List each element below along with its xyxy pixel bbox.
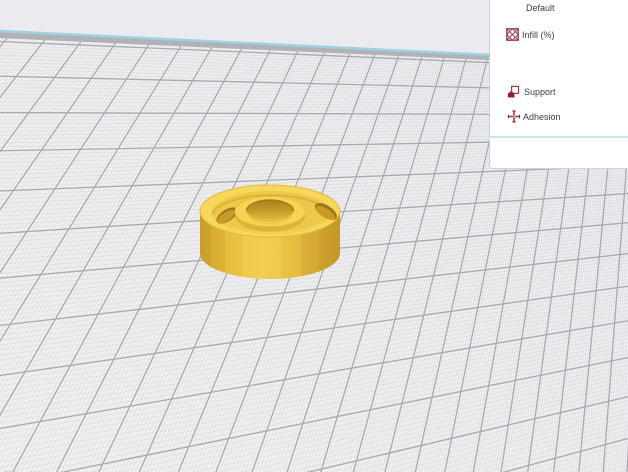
profile-label[interactable]: Default bbox=[526, 3, 555, 13]
support-icon bbox=[507, 85, 520, 98]
model-bearing[interactable] bbox=[200, 185, 340, 279]
print-settings-panel: Default Infill (%) Support bbox=[489, 0, 628, 169]
adhesion-icon bbox=[508, 110, 520, 123]
setting-row-support[interactable]: Support bbox=[507, 85, 556, 98]
object-list-toggle[interactable]: Object list bbox=[2, 465, 92, 472]
panel-divider bbox=[490, 136, 628, 138]
setting-row-infill[interactable]: Infill (%) bbox=[506, 28, 555, 41]
setting-label-adhesion: Adhesion bbox=[523, 112, 561, 122]
setting-row-adhesion[interactable]: Adhesion bbox=[508, 110, 561, 123]
infill-icon bbox=[506, 28, 519, 41]
setting-label-support: Support bbox=[524, 87, 556, 97]
setting-label-infill: Infill (%) bbox=[522, 30, 555, 40]
